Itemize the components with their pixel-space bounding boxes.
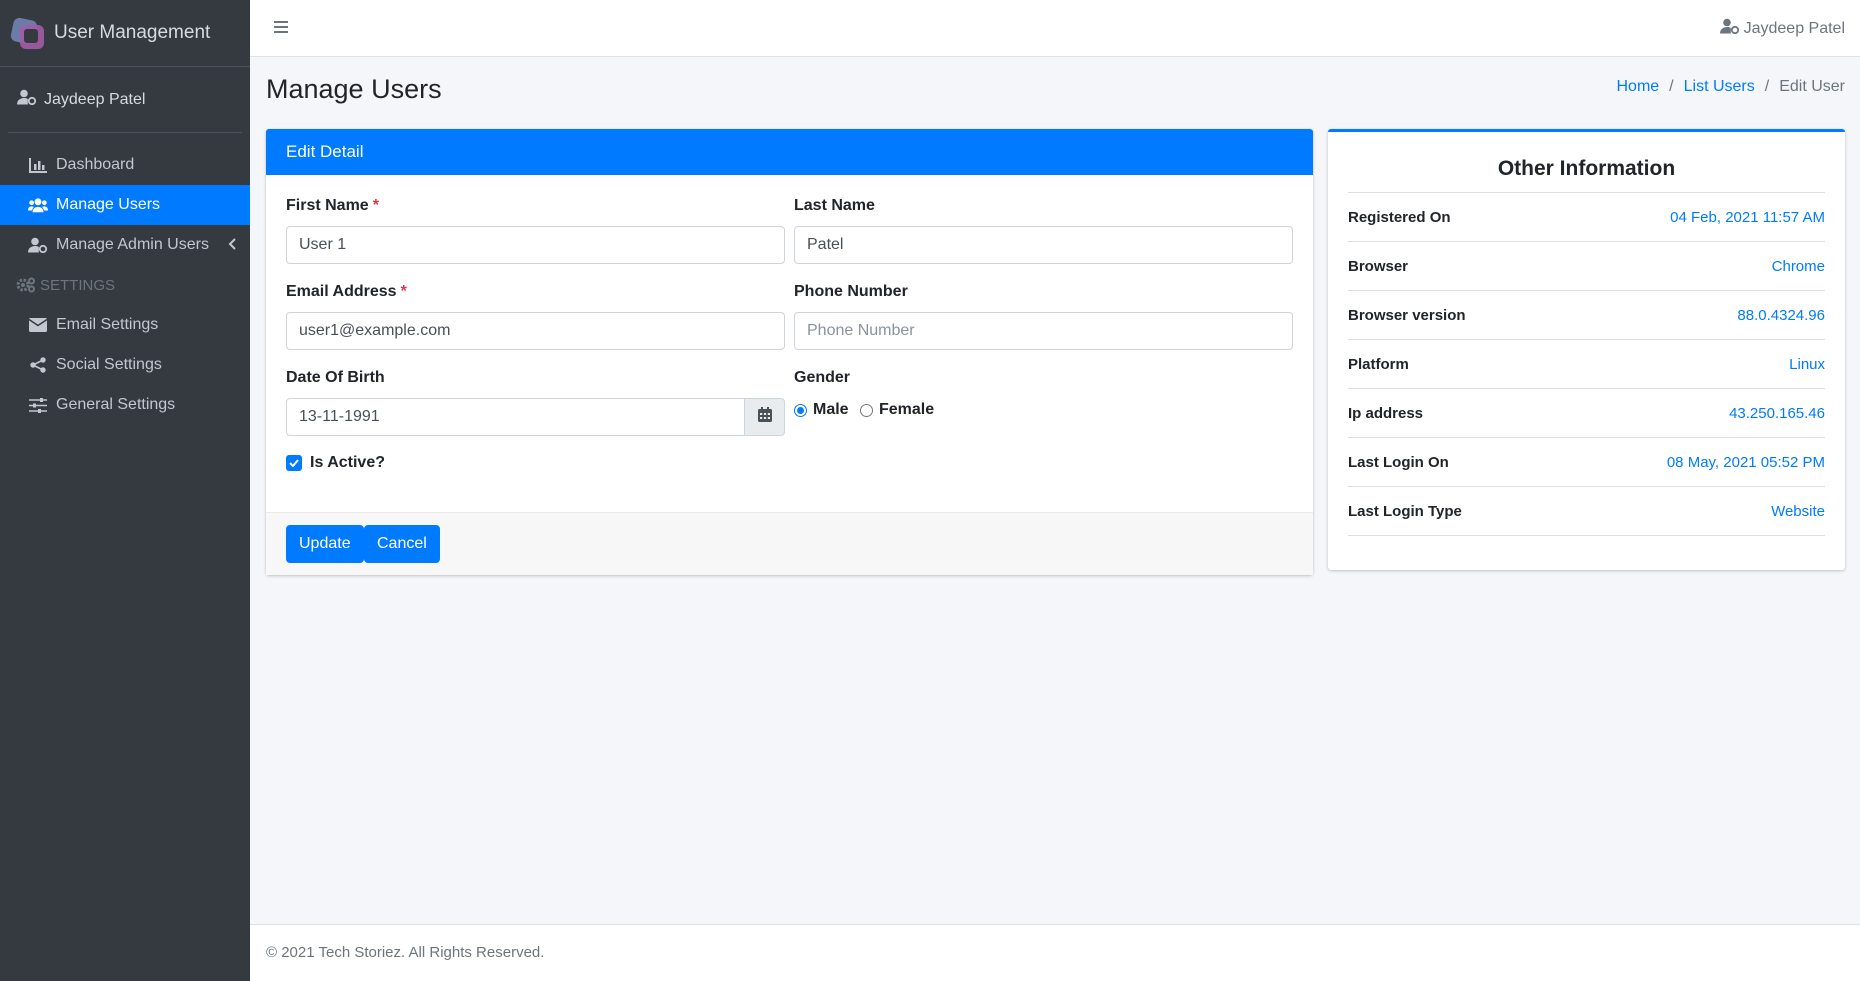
info-key: Platform [1348,355,1409,373]
topbar-user-name: Jaydeep Patel [1743,19,1845,37]
gears-icon [16,277,36,293]
settings-header: SETTINGS [0,265,250,305]
edit-card-footer: Update Cancel [266,512,1313,575]
breadcrumb-separator: / [1764,78,1770,95]
gender-female-label: Female [879,401,935,418]
info-title: Other Information [1497,157,1676,180]
hamburger-menu-icon[interactable] [274,20,288,39]
info-value: Website [1771,502,1825,520]
sidebar-item-social-settings[interactable]: Social Settings [0,345,250,385]
sidebar-item-general-settings[interactable]: General Settings [0,385,250,425]
sidebar-item-email-settings[interactable]: Email Settings [0,305,250,345]
brand-title: User Management [54,22,211,43]
gender-male-option[interactable]: Male [794,401,849,419]
breadcrumb: Home / List Users / Edit User [1616,78,1845,96]
gender-female-option[interactable]: Female [860,401,934,419]
last-name-label: Last Name [794,197,875,214]
phone-label: Phone Number [794,283,908,300]
info-key: Last Login On [1348,453,1449,471]
info-row-platform: Platform Linux [1348,340,1825,389]
brand-link[interactable]: User Management [0,0,250,67]
check-icon [289,459,299,467]
info-key: Browser [1348,257,1409,275]
sidebar-item-label: Dashboard [56,156,135,173]
sidebar-item-label: Manage Users [56,196,161,213]
page-footer: © 2021 Tech Storiez. All Rights Reserved… [250,924,1860,981]
chart-bar-icon [28,157,48,173]
sliders-icon [28,397,48,413]
first-name-label: First Name * [286,197,379,214]
page-title: Manage Users [266,74,442,104]
email-label: Email Address * [286,283,407,300]
calendar-icon [757,407,772,427]
last-name-input[interactable] [794,226,1293,264]
info-key: Browser version [1348,306,1466,324]
other-information-card: Other Information Registered On 04 Feb, … [1328,129,1845,570]
sidebar-item-manage-admin-users[interactable]: Manage Admin Users [0,225,250,265]
email-input[interactable] [286,312,785,350]
info-value: 08 May, 2021 05:52 PM [1666,453,1825,471]
dob-input[interactable] [286,398,745,436]
sidebar: User Management Jaydeep Patel Dashboard … [0,0,250,981]
info-row-registered-on: Registered On 04 Feb, 2021 11:57 AM [1348,193,1825,242]
info-list: Registered On 04 Feb, 2021 11:57 AM Brow… [1348,192,1825,536]
sidebar-item-dashboard[interactable]: Dashboard [0,145,250,185]
info-row-browser: Browser Chrome [1348,242,1825,291]
user-cog-icon [17,89,37,110]
envelope-icon [28,318,48,332]
breadcrumb-separator: / [1669,78,1674,95]
update-button[interactable]: Update [286,525,364,563]
copyright-text: © 2021 Tech Storiez. All Rights Reserved… [266,944,545,961]
gender-male-label: Male [813,401,849,418]
info-value: Chrome [1771,257,1825,275]
info-key: Registered On [1348,208,1451,226]
sidebar-user-name: Jaydeep Patel [44,90,146,108]
is-active-checkbox[interactable] [286,455,302,471]
breadcrumb-current: Edit User [1779,78,1845,95]
gender-male-radio[interactable] [794,403,807,417]
edit-detail-card: Edit Detail First Name* Last Name Email … [266,129,1313,575]
info-key: Ip address [1348,404,1424,422]
info-value: Linux [1789,355,1825,373]
user-cog-icon [1719,18,1740,39]
info-value: 43.250.165.46 [1729,404,1825,422]
sidebar-item-label: Manage Admin Users [56,236,209,253]
info-value: 04 Feb, 2021 11:57 AM [1670,208,1825,226]
info-row-browser-version: Browser version 88.0.4324.96 [1348,291,1825,340]
sidebar-item-label: Social Settings [56,356,162,373]
required-asterisk: * [400,283,407,300]
sidebar-item-label: Email Settings [56,316,159,333]
required-asterisk: * [372,197,379,214]
date-picker-button[interactable] [745,398,785,436]
info-row-ip-address: Ip address 43.250.165.46 [1348,389,1825,438]
sidebar-item-label: General Settings [56,396,176,413]
card-title: Edit Detail [286,142,364,161]
brand-logo [9,15,46,51]
sidebar-user-panel[interactable]: Jaydeep Patel [8,67,242,133]
info-key: Last Login Type [1348,502,1462,520]
gender-label: Gender [794,369,851,386]
dob-label: Date Of Birth [286,369,385,386]
gender-female-radio[interactable] [860,403,873,417]
chevron-left-icon [228,237,236,255]
info-row-last-login-on: Last Login On 08 May, 2021 05:52 PM [1348,438,1825,487]
first-name-input[interactable] [286,226,785,264]
user-shield-icon [28,237,48,253]
breadcrumb-list-users[interactable]: List Users [1684,78,1755,96]
info-row-last-login-type: Last Login Type Website [1348,487,1825,536]
cancel-button[interactable]: Cancel [364,525,440,563]
users-icon [28,197,48,213]
sidebar-item-manage-users[interactable]: Manage Users [0,185,250,225]
topbar-user-menu[interactable]: Jaydeep Patel [1719,18,1845,39]
breadcrumb-home[interactable]: Home [1616,78,1659,96]
share-icon [28,357,48,373]
settings-header-label: SETTINGS [40,276,116,294]
is-active-label[interactable]: Is Active? [310,454,385,472]
edit-detail-header: Edit Detail [266,129,1313,175]
topbar: Jaydeep Patel [250,0,1860,57]
phone-input[interactable] [794,312,1293,350]
sidebar-nav: Dashboard Manage Users Manage Admin User… [0,145,250,425]
info-value: 88.0.4324.96 [1737,306,1825,324]
